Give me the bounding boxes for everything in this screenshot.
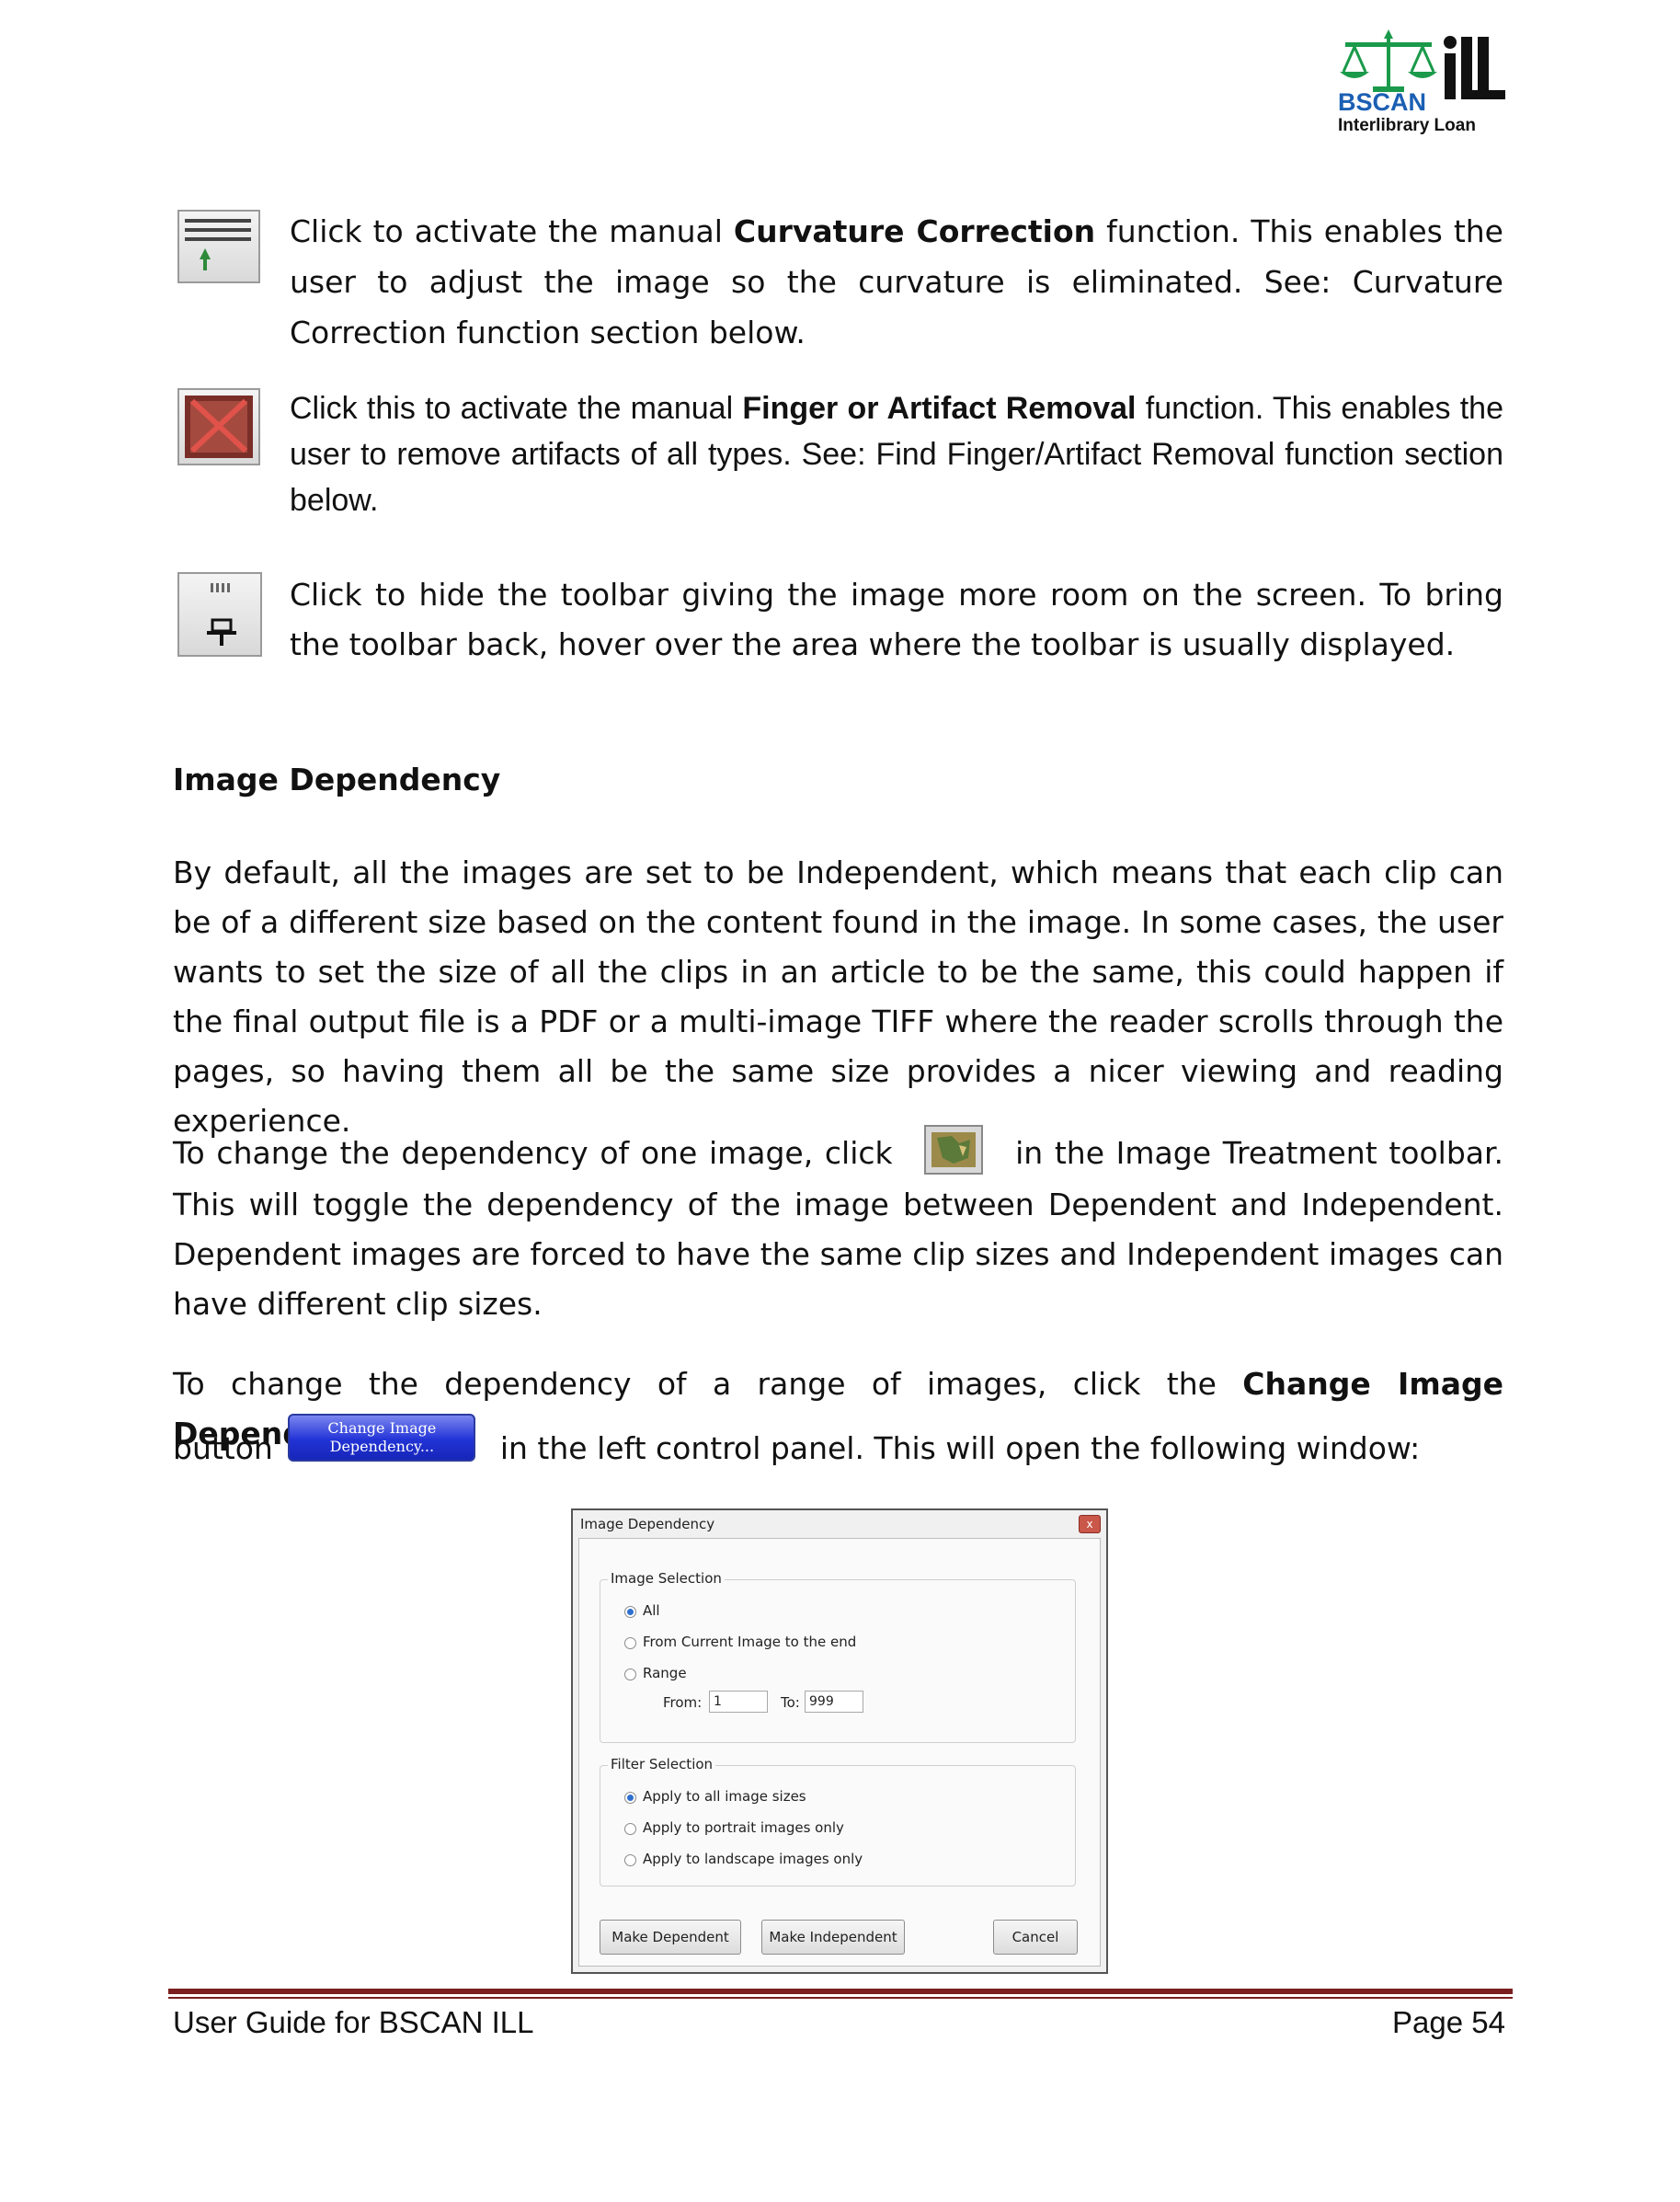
filter-selection-group: Filter Selection Apply to all image size…: [600, 1756, 1076, 1887]
from-label: From:: [663, 1694, 703, 1711]
dialog-title: Image Dependency: [580, 1516, 715, 1532]
change-image-dependency-button-line1: Change Image: [327, 1418, 437, 1437]
tool-artifact-description: Click this to activate the manual Finger…: [290, 385, 1503, 523]
radio-all-sizes-label: Apply to all image sizes: [643, 1788, 806, 1805]
to-input[interactable]: 999: [805, 1691, 863, 1713]
tool-curvature-name: Curvature Correction: [733, 213, 1096, 249]
footer-guide-title: User Guide for BSCAN ILL: [173, 2005, 534, 2039]
radio-range[interactable]: [624, 1669, 636, 1680]
radio-from-current[interactable]: [624, 1637, 636, 1649]
dialog-close-button[interactable]: x: [1079, 1515, 1101, 1533]
change-image-dependency-button[interactable]: Change Image Dependency...: [288, 1413, 476, 1462]
paragraph-default-independent: By default, all the images are set to be…: [173, 854, 1503, 1139]
ill-mark-icon: [1444, 36, 1505, 99]
button-word: button: [173, 1430, 273, 1466]
image-dependency-toggle-icon: [924, 1124, 984, 1175]
radio-all[interactable]: [624, 1606, 636, 1618]
tool-artifact-name: Finger or Artifact Removal: [742, 391, 1137, 426]
footer-rule: [168, 1989, 1513, 1994]
image-selection-group: Image Selection All From Current Image t…: [600, 1570, 1076, 1743]
radio-all-label: All: [643, 1602, 660, 1619]
change-image-dependency-button-line2: Dependency...: [329, 1437, 435, 1455]
radio-portrait-only[interactable]: [624, 1823, 636, 1835]
from-input[interactable]: 1: [709, 1691, 768, 1713]
make-independent-button[interactable]: Make Independent: [761, 1920, 905, 1955]
logo-name: BSCAN: [1338, 88, 1427, 116]
paragraph-single-image-pre: To change the dependency of one image, c…: [173, 1135, 893, 1171]
dialog-body: Image Selection All From Current Image t…: [578, 1538, 1101, 1967]
curvature-correction-icon: [177, 210, 260, 283]
tool-hide-toolbar-description: Click to hide the toolbar giving the ima…: [290, 577, 1503, 662]
bscan-ill-logo: BSCAN Interlibrary Loan: [1338, 28, 1508, 143]
radio-portrait-only-label: Apply to portrait images only: [643, 1819, 844, 1836]
footer-page-number: Page 54: [1392, 2005, 1505, 2039]
section-heading: Image Dependency: [173, 762, 501, 797]
footer-rule-thin: [168, 1997, 1513, 1999]
radio-landscape-only-label: Apply to landscape images only: [643, 1851, 863, 1867]
tool-curvature-text-pre: Click to activate the manual: [290, 213, 734, 249]
paragraph-range-images-line2: button Change Image Dependency... in the…: [173, 1413, 1503, 1474]
paragraph-single-image: To change the dependency of one image, c…: [173, 1124, 1503, 1329]
radio-from-current-label: From Current Image to the end: [643, 1634, 857, 1650]
hide-toolbar-pin-icon: [177, 572, 262, 657]
paragraph-range-images-post: in the left control panel. This will ope…: [499, 1430, 1421, 1466]
radio-landscape-only[interactable]: [624, 1854, 636, 1866]
filter-selection-legend: Filter Selection: [608, 1756, 716, 1772]
tool-curvature-description: Click to activate the manual Curvature C…: [290, 206, 1503, 358]
image-selection-legend: Image Selection: [608, 1570, 725, 1587]
paragraph-range-images-pre: To change the dependency of a range of i…: [173, 1366, 1243, 1402]
make-dependent-button[interactable]: Make Dependent: [600, 1920, 741, 1955]
to-label: To:: [781, 1694, 800, 1711]
logo-subtitle: Interlibrary Loan: [1338, 116, 1476, 135]
radio-all-sizes[interactable]: [624, 1792, 636, 1804]
finger-artifact-removal-icon: [177, 388, 260, 465]
radio-range-label: Range: [643, 1665, 687, 1681]
tool-artifact-text-pre: Click this to activate the manual: [290, 391, 743, 426]
image-dependency-dialog: Image Dependency x Image Selection All F…: [571, 1508, 1108, 1974]
cancel-button[interactable]: Cancel: [993, 1920, 1078, 1955]
